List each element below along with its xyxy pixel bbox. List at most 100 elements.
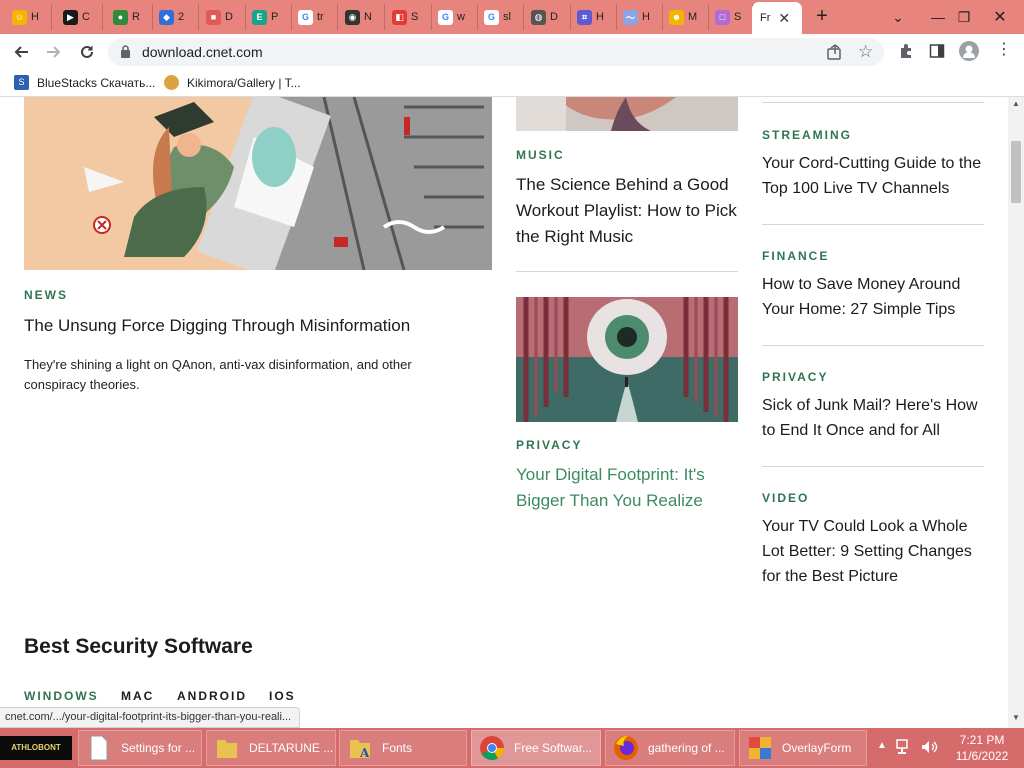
active-tab-label: Fr <box>760 12 771 24</box>
browser-tab[interactable]: ⌗ H <box>571 4 617 30</box>
scroll-up-icon[interactable]: ▲ <box>1012 99 1020 108</box>
reload-icon[interactable] <box>75 40 99 64</box>
story-headline-misinformation[interactable]: The Unsung Force Digging Through Misinfo… <box>24 313 484 338</box>
close-window-icon[interactable]: ✕ <box>980 0 1020 34</box>
chrome-icon <box>478 734 506 762</box>
tab-strip: ☺ H ▶ C ● R ◆ 2 ■ D EP Gtr ◉ N ◧ S Gw Gsl ◍ D ⌗ H… <box>0 0 1024 34</box>
divider <box>762 224 984 225</box>
browser-tab[interactable]: Gtr <box>292 4 338 30</box>
extensions-icon[interactable] <box>898 43 914 64</box>
scroll-down-icon[interactable]: ▼ <box>1012 713 1020 722</box>
lock-icon <box>120 45 131 63</box>
workout-playlist-image[interactable] <box>516 97 738 131</box>
scrollbar-thumb[interactable] <box>1011 141 1021 203</box>
tab-favicon-icon: G <box>438 9 453 25</box>
side-panel-icon[interactable] <box>929 43 945 64</box>
clock-date: 11/6/2022 <box>955 749 1009 763</box>
window-app-icon <box>746 734 774 762</box>
browser-tab[interactable]: Gsl <box>478 4 524 30</box>
taskbar-item-settings[interactable]: Settings for ... <box>78 730 202 766</box>
taskbar-item-deltarune[interactable]: DELTARUNE ... <box>206 730 336 766</box>
link-status-bubble: cnet.com/.../your-digital-footprint-its-… <box>0 707 301 728</box>
browser-tab[interactable]: □ S <box>709 4 753 30</box>
category-label-streaming[interactable]: STREAMING <box>762 128 852 142</box>
category-label-news[interactable]: NEWS <box>24 288 68 302</box>
browser-tab[interactable]: ◧ S <box>386 4 432 30</box>
browser-tab[interactable]: ■ D <box>200 4 246 30</box>
network-icon[interactable] <box>896 738 912 761</box>
restore-icon[interactable]: ❐ <box>944 0 984 34</box>
misinformation-illustration[interactable] <box>24 97 492 270</box>
kikimora-favicon-icon <box>164 75 179 90</box>
volume-icon[interactable] <box>920 738 938 761</box>
story-headline-junk-mail[interactable]: Sick of Junk Mail? Here's How to End It … <box>762 393 984 443</box>
taskbar-item-overlayform[interactable]: OverlayForm <box>739 730 867 766</box>
category-label-privacy[interactable]: PRIVACY <box>516 438 582 452</box>
browser-tab[interactable]: ◉ N <box>339 4 385 30</box>
tab-favicon-icon: ◧ <box>392 9 407 25</box>
browser-tab[interactable]: ● R <box>107 4 153 30</box>
story-headline-workout-playlist[interactable]: The Science Behind a Good Workout Playli… <box>516 172 744 250</box>
forward-icon[interactable] <box>42 40 66 64</box>
bookmark-star-icon[interactable]: ☆ <box>858 42 873 62</box>
browser-tab[interactable]: EP <box>246 4 292 30</box>
story-headline-cord-cutting[interactable]: Your Cord-Cutting Guide to the Top 100 L… <box>762 151 984 201</box>
menu-kebab-icon[interactable]: ⋮ <box>996 40 1012 60</box>
new-tab-icon[interactable]: + <box>812 6 832 26</box>
bookmark-kikimora[interactable]: Kikimora/Gallery | T... <box>164 75 301 90</box>
bluestacks-favicon-icon: S <box>14 75 29 90</box>
platform-tab-windows[interactable]: WINDOWS <box>24 689 99 703</box>
back-icon[interactable] <box>9 40 33 64</box>
taskbar-item-chrome[interactable]: Free Softwar... <box>471 730 601 766</box>
page-scrollbar[interactable]: ▲ ▼ <box>1008 97 1024 728</box>
share-icon[interactable] <box>826 43 844 66</box>
browser-tab[interactable]: ☻ M <box>663 4 709 30</box>
tab-favicon-icon: ☻ <box>669 9 684 25</box>
section-title: Best Security Software <box>24 635 253 658</box>
taskbar-item-fonts[interactable]: A Fonts <box>339 730 467 766</box>
divider <box>762 345 984 346</box>
start-button[interactable]: ATHLOBONT <box>0 736 72 760</box>
category-label-privacy[interactable]: PRIVACY <box>762 370 828 384</box>
tab-favicon-icon: ▶ <box>63 9 78 25</box>
category-label-music[interactable]: MUSIC <box>516 148 565 162</box>
url-text: download.cnet.com <box>142 44 263 60</box>
close-tab-icon[interactable]: ✕ <box>778 10 790 27</box>
tab-favicon-icon: ■ <box>206 9 221 25</box>
document-icon <box>85 734 113 762</box>
browser-tab[interactable]: Gw <box>432 4 478 30</box>
story-headline-save-money[interactable]: How to Save Money Around Your Home: 27 S… <box>762 272 984 322</box>
tab-favicon-icon: ● <box>113 9 128 25</box>
browser-toolbar: download.cnet.com ☆ ⋮ <box>0 34 1024 70</box>
digital-footprint-image[interactable] <box>516 297 738 422</box>
story-headline-tv-settings[interactable]: Your TV Could Look a Whole Lot Better: 9… <box>762 514 984 589</box>
taskbar-item-firefox[interactable]: gathering of ... <box>605 730 735 766</box>
category-label-video[interactable]: VIDEO <box>762 491 809 505</box>
bookmark-bluestacks[interactable]: S BlueStacks Скачать... <box>14 75 155 90</box>
tab-favicon-icon: ⌗ <box>577 9 592 25</box>
platform-tab-android[interactable]: ANDROID <box>177 689 247 703</box>
profile-avatar[interactable] <box>959 41 979 61</box>
platform-tab-mac[interactable]: MAC <box>121 689 154 703</box>
tab-favicon-icon: E <box>252 9 267 25</box>
platform-tab-ios[interactable]: IOS <box>269 689 296 703</box>
show-hidden-icons-icon[interactable]: ▲ <box>877 740 887 751</box>
divider <box>762 466 984 467</box>
story-headline-digital-footprint[interactable]: Your Digital Footprint: It's Bigger Than… <box>516 462 738 514</box>
tab-favicon-icon: ◍ <box>531 9 546 25</box>
browser-tab[interactable]: ◆ 2 <box>153 4 199 30</box>
browser-tab[interactable]: ▶ C <box>57 4 103 30</box>
system-clock[interactable]: 7:21 PM 11/6/2022 <box>950 732 1014 764</box>
address-bar[interactable]: download.cnet.com ☆ <box>108 38 884 66</box>
clock-time: 7:21 PM <box>959 733 1005 747</box>
tab-search-chevron-icon[interactable]: ⌄ <box>878 0 918 34</box>
browser-tab[interactable]: ◍ D <box>525 4 571 30</box>
browser-tab-active[interactable]: Fr ✕ <box>752 2 802 34</box>
browser-tab[interactable]: 〜 H <box>617 4 663 30</box>
tab-favicon-icon: ◉ <box>345 9 360 25</box>
divider <box>762 102 984 103</box>
tab-favicon-icon: ◆ <box>159 9 174 25</box>
tab-favicon-icon: ☺ <box>12 9 27 25</box>
category-label-finance[interactable]: FINANCE <box>762 249 829 263</box>
browser-tab[interactable]: ☺ H <box>6 4 52 30</box>
